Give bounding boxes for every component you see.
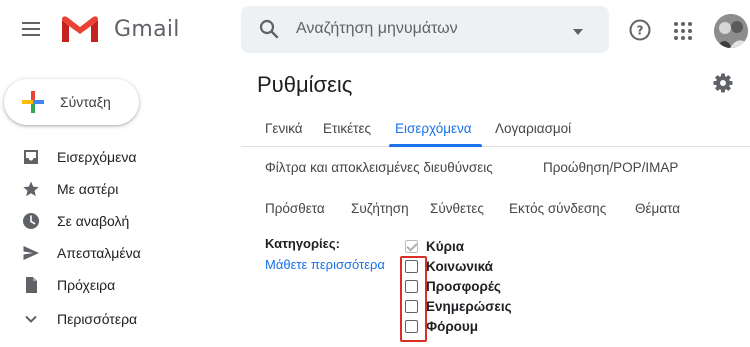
checkbox-highlight-box: [400, 256, 427, 342]
compose-plus-icon: [22, 91, 44, 113]
gmail-logo[interactable]: Gmail: [60, 14, 180, 44]
tab-inbox[interactable]: Εισερχόμενα: [395, 121, 472, 136]
sidebar-item-inbox[interactable]: Εισερχόμενα: [0, 141, 238, 173]
avatar[interactable]: [714, 14, 748, 48]
category-label: Φόρουμ: [426, 318, 479, 334]
tab-divider: [241, 146, 750, 147]
svg-text:?: ?: [637, 24, 644, 38]
tab-offline[interactable]: Εκτός σύνδεσης: [509, 201, 606, 216]
primary-checkbox: [405, 239, 418, 253]
category-primary: Κύρια: [405, 236, 464, 256]
sidebar-item-label: Περισσότερα: [57, 311, 138, 327]
search-options-icon[interactable]: [572, 24, 584, 35]
draft-icon: [26, 277, 37, 293]
category-label: Προσφορές: [426, 278, 501, 294]
search-input[interactable]: [296, 14, 556, 44]
tab-themes[interactable]: Θέματα: [635, 201, 680, 216]
sidebar-item-label: Εισερχόμενα: [57, 149, 137, 165]
category-label: Κοινωνικά: [426, 258, 493, 274]
tab-forwarding[interactable]: Προώθηση/POP/IMAP: [543, 160, 678, 175]
category-label: Ενημερώσεις: [426, 298, 512, 314]
chevron-down-icon: [25, 315, 37, 323]
sidebar-item-label: Σε αναβολή: [57, 213, 130, 229]
star-icon: [23, 181, 39, 197]
sidebar-item-label: Με αστέρι: [57, 181, 119, 197]
tab-filters[interactable]: Φίλτρα και αποκλεισμένες διευθύνσεις: [265, 160, 493, 175]
compose-label: Σύνταξη: [60, 94, 111, 110]
sidebar-item-more[interactable]: Περισσότερα: [0, 303, 238, 335]
sidebar-item-label: Πρόχειρα: [57, 277, 116, 293]
gmail-logo-icon: [62, 16, 98, 42]
tab-accounts[interactable]: Λογαριασμοί: [495, 121, 571, 136]
learn-more-link[interactable]: Μάθετε περισσότερα: [265, 257, 385, 272]
page-title: Ρυθμίσεις: [257, 72, 353, 97]
send-icon: [23, 246, 39, 260]
apps-grid-icon[interactable]: [672, 20, 694, 42]
clock-icon: [23, 213, 39, 229]
gear-icon[interactable]: [713, 73, 733, 93]
category-label: Κύρια: [426, 238, 465, 254]
compose-button[interactable]: Σύνταξη: [4, 79, 139, 125]
tab-advanced[interactable]: Σύνθετες: [430, 201, 484, 216]
tab-addons[interactable]: Πρόσθετα: [265, 201, 325, 216]
tab-general[interactable]: Γενικά: [265, 121, 303, 136]
sidebar-item-label: Απεσταλμένα: [57, 245, 141, 261]
app-name: Gmail: [114, 16, 180, 42]
help-icon[interactable]: ?: [628, 18, 652, 42]
main-menu-icon[interactable]: [20, 18, 42, 40]
sidebar-item-snoozed[interactable]: Σε αναβολή: [0, 205, 238, 237]
categories-label: Κατηγορίες:: [265, 236, 340, 251]
search-icon[interactable]: [258, 18, 280, 40]
tab-labels[interactable]: Ετικέτες: [323, 121, 371, 136]
active-tab-indicator: [389, 144, 482, 147]
tab-chat[interactable]: Συζήτηση: [351, 201, 409, 216]
sidebar-item-drafts[interactable]: Πρόχειρα: [0, 269, 238, 301]
sidebar-item-starred[interactable]: Με αστέρι: [0, 173, 238, 205]
sidebar-item-sent[interactable]: Απεσταλμένα: [0, 237, 238, 269]
inbox-icon: [24, 150, 38, 164]
